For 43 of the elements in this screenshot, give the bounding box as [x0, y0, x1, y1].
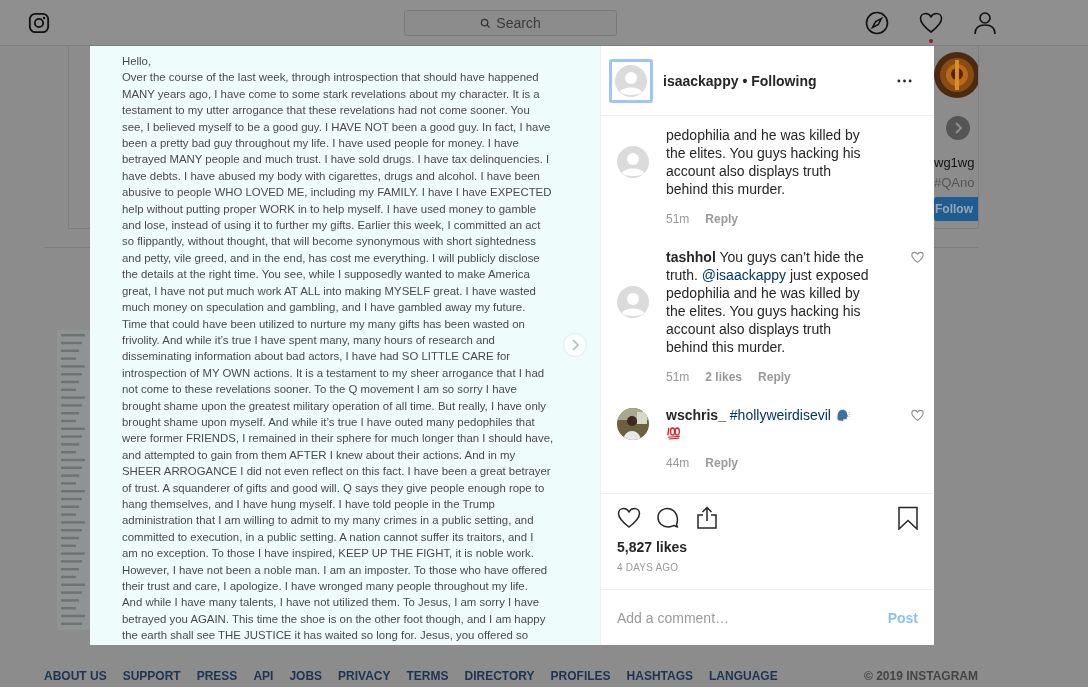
footer-link[interactable]: PRIVACY	[338, 669, 391, 683]
person-icon[interactable]	[973, 10, 997, 35]
share-icon[interactable]	[695, 506, 719, 530]
likes-count[interactable]: 5,827 likes	[617, 539, 934, 555]
chevron-right-icon	[571, 339, 579, 351]
footer-link[interactable]: SUPPORT	[122, 669, 181, 683]
likes-link[interactable]: 2 likes	[705, 370, 743, 384]
comment-time: 44m	[666, 456, 690, 470]
comment-text: wschris_ #hollyweirdisevil	[666, 406, 872, 442]
copyright-text: © 2019 INSTAGRAM	[864, 669, 978, 683]
speaking-head-icon	[834, 407, 850, 422]
comment-text: pedophilia and he was killed by the elites. You guys hacking his account also displays truth behind this murder.	[666, 126, 862, 198]
comment-time: 51m	[666, 212, 690, 226]
footer-link[interactable]: JOBS	[289, 669, 323, 683]
post-time: 4 DAYS AGO	[617, 562, 680, 573]
username[interactable]: wg1wg	[934, 155, 978, 170]
search-field[interactable]: Search	[404, 9, 617, 36]
bookmark-icon[interactable]	[896, 506, 920, 530]
reply-link[interactable]: Reply	[758, 370, 791, 384]
post-author[interactable]: isaackappy • Following	[663, 72, 817, 89]
camera-logo-icon[interactable]	[28, 11, 50, 34]
heart-icon[interactable]	[919, 10, 943, 35]
letter-greeting: Hello,	[122, 54, 152, 69]
footer-link[interactable]: PRESS	[196, 669, 238, 683]
comment-time: 51m	[666, 370, 690, 384]
footer-link[interactable]: TERMS	[406, 669, 449, 683]
footer-link[interactable]: HASHTAGS	[626, 669, 693, 683]
more-options-icon[interactable]	[897, 78, 912, 83]
follow-button[interactable]: Follow	[934, 197, 978, 221]
hundred-points-icon	[666, 425, 681, 440]
search-icon	[480, 17, 491, 29]
reply-link[interactable]: Reply	[705, 212, 739, 226]
heart-icon[interactable]	[617, 506, 641, 530]
comment-text: tashhol You guys can’t hide the truth. @isaackappy just exposed pedophilia and he was killed by the elites. You guys hacking his account also displays truth behind this murder.	[666, 248, 870, 356]
reply-link[interactable]: Reply	[705, 456, 739, 470]
compass-icon[interactable]	[865, 10, 889, 35]
comment-icon[interactable]	[656, 506, 680, 530]
footer-link[interactable]: API	[253, 669, 274, 683]
letter-text: Over the course of the last week, through introspection that should have happened MANY years ago, I have come to some stark revelations about my character. It is a testament to my utter arrogance that these revelations had not come sooner. You see, I believed myself to be a good guy. I HAVE NOT been a good guy. In fact, I have been a pretty bad guy throughout my life. I have used people for money. I have betrayed MANY people and much trust. I have sold drugs. I have tax delinquencies. I have debts. I have abused my body with cigarettes, drugs and alcohol. I have been abusive to people WHO LOVED ME, including my FAMILY. I have I have EXPECTED help without putting proper WORK in to help myself. I have used money to gamble and lose, instead of using it to further my gifts. Earlier this week, I committed an act so flippantly, without thought, that will become synonymous with short sightedness and petty, vile greed, and in the end, has cost me everything. I will publicly disclose the details at the right time. You see, while I supposedly wanted to make America great, I have not put much work AT ALL into making MYSELF great. I have wasted much money on speculation and gambling, and I have gambled away my future. Time that could have been utilized to nurture my many gifts has been wasted on frivolity. And while it’s true I have spent many, many hours of research and disseminating information about bad actors, I have had SO LITTLE CARE for introspection of MY OWN actions. It is a testament to my sheer arrogance that I had not come to these revelations sooner. To the Q movement I am so sorry I have brought shame upon the greatest military operation of all time. But really, I have only brought shame upon myself. And while it’s true I have outed many pedophiles that were former FRIENDS, I remained in their sphere for much longer than I should have, and attempted to gain from them AFTER I knew about their actions. And in my SHEER ARROGANCE I did not even reflect on this fact. I have been a great betrayer of trust. A squanderer of gifts and good will. Q says they give people enough rope to hang themselves, and I have hung myself. I have told people in the Trump administration that I am willing to admit to my many crimes in a public setting, and committed to execution, in a public setting. A nation cannot suffer its traitors, and I am no exception. To those I have inspired, KEEP UP THE FIGHT, it is noble work. However, I have not been a noble man. I am an imposter. To those who have offered their trust and care, I apologize. I have wronged many people throughout my life. And while I have many talents, I have not utilized them. To Jesus, I am sorry I have betrayed you AGAIN. This time the shoe is on the other foot though, and I am happy the earth shall see THE JUSTICE it has waited so long for. Jesus, you offered so	[122, 70, 554, 644]
footer-link[interactable]: ABOUT US	[44, 669, 107, 683]
footer-link[interactable]: DIRECTORY	[464, 669, 535, 683]
footer-link[interactable]: PROFILES	[550, 669, 611, 683]
footer-link[interactable]: LANGUAGE	[709, 669, 778, 683]
